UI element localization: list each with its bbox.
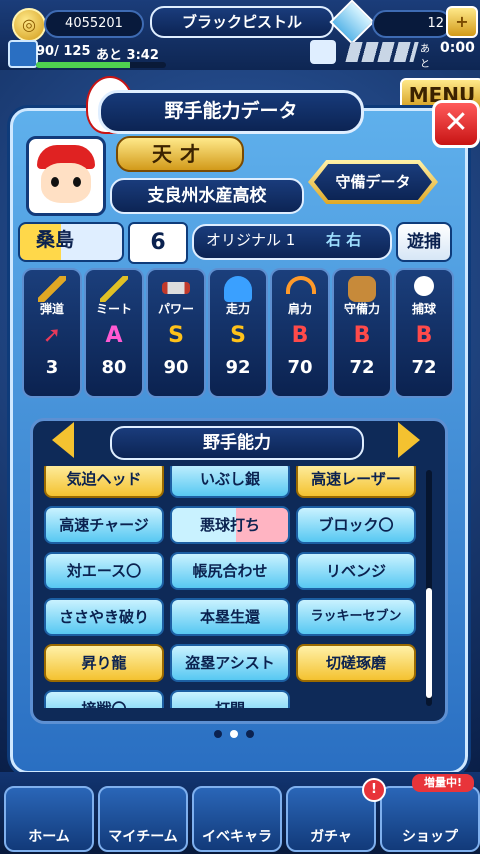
nav-label: マイチーム bbox=[108, 829, 178, 845]
player-name: 桑島 bbox=[36, 229, 75, 251]
skill-item[interactable]: 高速レーザー bbox=[296, 466, 416, 498]
stat-speed: 走力 S 92 bbox=[208, 268, 268, 398]
skill-item[interactable]: 切磋琢磨 bbox=[296, 644, 416, 682]
skill-item[interactable]: 盗塁アシスト bbox=[170, 644, 290, 682]
skills-list[interactable]: 気迫ヘッド いぶし銀 高速レーザー 高速チャージ 悪球打ち ブロック〇 対エース… bbox=[44, 466, 420, 708]
other-timer-prefix: あと bbox=[420, 44, 430, 70]
nav-gacha[interactable]: ガチャ bbox=[286, 786, 376, 852]
skill-item[interactable]: ブロック〇 bbox=[296, 506, 416, 544]
rank-badge: 天才 bbox=[116, 136, 244, 172]
bonus-badge: 増量中! bbox=[412, 774, 474, 792]
next-arrow-icon[interactable] bbox=[398, 422, 420, 458]
team-name[interactable]: ブラックピストル bbox=[150, 6, 334, 38]
coin-icon: ◎ bbox=[12, 8, 46, 42]
stat-label: 走力 bbox=[225, 302, 250, 316]
skill-item[interactable]: いぶし銀 bbox=[170, 466, 290, 498]
nav-label: ショップ bbox=[402, 829, 458, 845]
player-avatar bbox=[26, 136, 106, 216]
stat-fielding: 守備力 B 72 bbox=[332, 268, 392, 398]
page-dot-active[interactable] bbox=[230, 730, 238, 738]
stat-grade: A bbox=[105, 323, 123, 348]
nav-event-chara[interactable]: イベキャラ bbox=[192, 786, 282, 852]
skills-title: 野手能力 bbox=[110, 426, 364, 460]
glove-icon bbox=[348, 276, 376, 302]
stat-trajectory: 弾道 ➚ 3 bbox=[22, 268, 82, 398]
stat-label: ミート bbox=[95, 302, 132, 316]
stat-grade: B bbox=[353, 323, 371, 348]
bat-icon bbox=[100, 276, 128, 302]
stat-grade: S bbox=[168, 323, 184, 348]
stat-meet: ミート A 80 bbox=[84, 268, 144, 398]
page-dot[interactable] bbox=[246, 730, 254, 738]
nav-shop[interactable]: ショップ bbox=[380, 786, 480, 852]
stat-label: 肩力 bbox=[287, 302, 312, 316]
school-name: 支良州水産高校 bbox=[110, 178, 304, 214]
stat-value: 72 bbox=[411, 357, 437, 378]
stat-label: 捕球 bbox=[411, 302, 436, 316]
position-badge: 遊捕 bbox=[396, 222, 452, 262]
nav-label: ホーム bbox=[28, 829, 70, 845]
stat-value: 92 bbox=[225, 357, 251, 378]
skill-item[interactable]: 高速チャージ bbox=[44, 506, 164, 544]
prev-arrow-icon[interactable] bbox=[52, 422, 74, 458]
stat-power: パワー S 90 bbox=[146, 268, 206, 398]
skill-item[interactable]: 対エース〇 bbox=[44, 552, 164, 590]
nav-home[interactable]: ホーム bbox=[4, 786, 94, 852]
page-dot[interactable] bbox=[214, 730, 222, 738]
stamina-timer: あと 3:42 bbox=[96, 48, 159, 63]
skill-item[interactable]: 本塁生還 bbox=[170, 598, 290, 636]
nav-my-team[interactable]: マイチーム bbox=[98, 786, 188, 852]
skill-item[interactable]: ささやき破り bbox=[44, 598, 164, 636]
stat-label: 弾道 bbox=[39, 302, 64, 316]
close-button[interactable]: ✕ bbox=[432, 100, 480, 148]
shoe-icon bbox=[224, 276, 252, 302]
skill-item[interactable]: 帳尻合わせ bbox=[170, 552, 290, 590]
dumbbell-icon bbox=[162, 282, 190, 294]
nav-label: ガチャ bbox=[310, 829, 352, 845]
skill-item[interactable]: ラッキーセブン bbox=[296, 598, 416, 636]
defense-data-label: 守備データ bbox=[314, 164, 432, 200]
gem-count: 12 bbox=[372, 10, 452, 38]
bat-icon bbox=[38, 276, 66, 302]
player-type: オリジナル 1 bbox=[206, 231, 296, 249]
stat-value: 80 bbox=[101, 357, 127, 378]
other-timer: 0:00 bbox=[440, 40, 475, 56]
gauge-bars bbox=[345, 42, 419, 62]
stat-label: パワー bbox=[157, 302, 194, 316]
trajectory-arrow-icon: ➚ bbox=[42, 323, 62, 348]
skill-item[interactable]: 昇り龍 bbox=[44, 644, 164, 682]
skill-item[interactable]: 接戦〇 bbox=[44, 690, 164, 708]
stamina-value: 90/ 125 bbox=[36, 44, 91, 59]
throw-arc-icon bbox=[286, 276, 316, 294]
panel-title: 野手能力データ bbox=[98, 90, 364, 134]
stat-grade: S bbox=[230, 323, 246, 348]
skill-item[interactable]: 打開 bbox=[170, 690, 290, 708]
add-gem-icon[interactable]: + bbox=[446, 6, 478, 38]
skill-item[interactable]: 悪球打ち bbox=[170, 506, 290, 544]
player-number: 6 bbox=[128, 222, 188, 264]
stat-grade: B bbox=[291, 323, 309, 348]
skills-scrollbar-track[interactable] bbox=[426, 470, 432, 706]
ball-icon bbox=[414, 276, 434, 296]
skill-item[interactable]: 気迫ヘッド bbox=[44, 466, 164, 498]
alert-icon: ! bbox=[362, 778, 386, 802]
nav-label: イベキャラ bbox=[202, 829, 272, 845]
skill-item[interactable]: リベンジ bbox=[296, 552, 416, 590]
stat-value: 3 bbox=[45, 357, 59, 378]
skills-scrollbar-thumb[interactable] bbox=[426, 588, 432, 698]
stat-catching: 捕球 B 72 bbox=[394, 268, 454, 398]
stat-grade: B bbox=[415, 323, 433, 348]
stat-value: 72 bbox=[349, 357, 375, 378]
stat-arm: 肩力 B 70 bbox=[270, 268, 330, 398]
stat-label: 守備力 bbox=[343, 302, 380, 316]
stamina-icon bbox=[8, 40, 38, 68]
stat-value: 90 bbox=[163, 357, 189, 378]
coin-count: 4055201 bbox=[44, 10, 144, 38]
defense-data-button[interactable]: 守備データ bbox=[308, 160, 438, 204]
stat-value: 70 bbox=[287, 357, 313, 378]
ticket-icon bbox=[310, 40, 336, 64]
stamina-bar bbox=[36, 62, 166, 68]
handedness: 右 右 bbox=[326, 231, 362, 249]
